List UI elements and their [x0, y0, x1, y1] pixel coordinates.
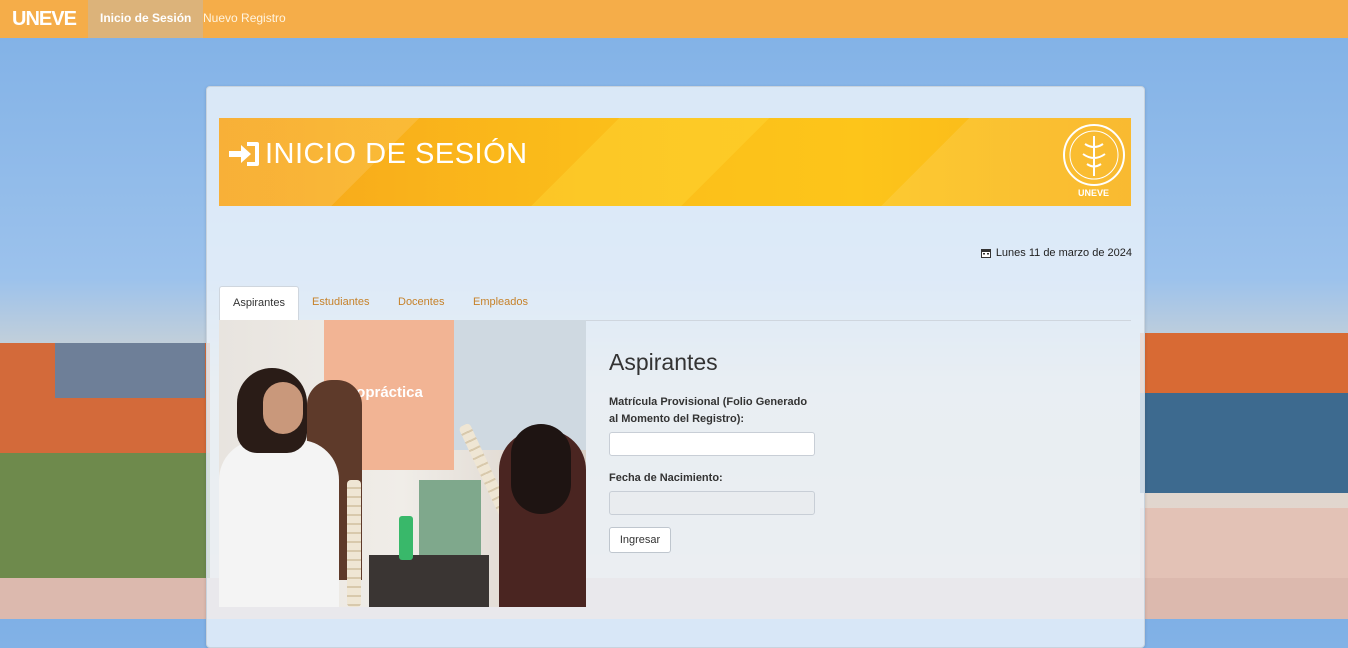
background-building-right-roof [1140, 333, 1348, 393]
background-garden [0, 453, 210, 578]
photo-sign [419, 480, 481, 560]
current-date: Lunes 11 de marzo de 2024 [980, 247, 1132, 259]
calendar-icon [980, 249, 991, 258]
fecha-nacimiento-label: Fecha de Nacimiento: [609, 472, 723, 484]
photo-lab-coat [219, 440, 339, 607]
photo-hair [511, 424, 571, 514]
nav-item-nuevo-registro[interactable]: Nuevo Registro [191, 0, 298, 38]
banner-title: INICIO DE SESIÓN [265, 138, 528, 170]
top-navbar: UNEVE Inicio de Sesión Nuevo Registro [0, 0, 1348, 38]
background-building-right-wall [1140, 393, 1348, 493]
ingresar-button[interactable]: Ingresar [609, 527, 671, 553]
aspirantes-login-form: Aspirantes Matrícula Provisional (Folio … [609, 349, 849, 553]
photo-bottle [399, 516, 413, 560]
user-type-tabs: Aspirantes Estudiantes Docentes Empleado… [219, 286, 1131, 321]
brand-logo[interactable]: UNEVE [12, 9, 77, 29]
matricula-label-line2: al Momento del Registro): [609, 413, 745, 425]
form-title: Aspirantes [609, 349, 718, 375]
nav-item-inicio-sesion[interactable]: Inicio de Sesión [88, 0, 204, 38]
login-panel: INICIO DE SESIÓN UNEVE Lunes 11 de marzo… [206, 86, 1145, 648]
date-text: Lunes 11 de marzo de 2024 [995, 247, 1132, 259]
tab-docentes[interactable]: Docentes [385, 286, 457, 319]
seal-text: UNEVE [1077, 188, 1109, 198]
matricula-label: Matrícula Provisional (Folio Generado al… [609, 394, 849, 428]
tab-aspirantes[interactable]: Aspirantes [219, 286, 299, 321]
photo-wall [454, 320, 586, 450]
fecha-nacimiento-input[interactable] [609, 491, 815, 515]
tab-empleados[interactable]: Empleados [460, 286, 541, 319]
background-building-left-upper [55, 343, 205, 398]
aspirantes-photo: uiropráctica [219, 320, 586, 607]
tab-estudiantes[interactable]: Estudiantes [299, 286, 382, 319]
photo-table [369, 555, 489, 607]
login-banner: INICIO DE SESIÓN UNEVE [219, 118, 1131, 206]
photo-face [263, 382, 303, 434]
matricula-label-line1: Matrícula Provisional (Folio Generado [609, 396, 808, 408]
matricula-input[interactable] [609, 432, 815, 456]
photo-spine-model [347, 480, 361, 607]
sign-in-icon [229, 142, 259, 166]
